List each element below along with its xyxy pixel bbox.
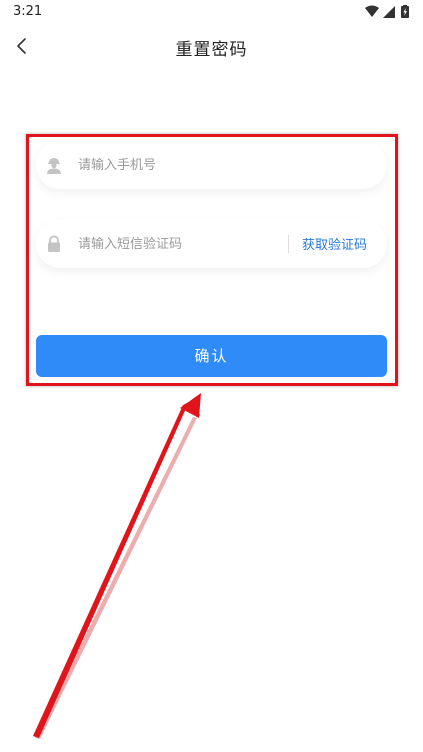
lock-icon — [48, 235, 60, 252]
app-bar: 重置密码 — [0, 24, 423, 68]
signal-icon — [383, 6, 395, 18]
field-divider — [288, 235, 289, 253]
status-time: 3:21 — [13, 4, 43, 19]
battery-icon — [401, 5, 409, 18]
phone-input[interactable] — [78, 153, 278, 177]
reset-password-screen: 3:21 重置密码 请输入手机号 请输入短信验证码 获取验证码 确认 — [0, 0, 423, 752]
sms-code-field[interactable]: 获取验证码 — [36, 220, 387, 268]
sms-code-input[interactable] — [78, 232, 278, 256]
wifi-icon — [365, 5, 379, 17]
confirm-button[interactable]: 确认 — [36, 335, 387, 377]
phone-field[interactable] — [36, 141, 387, 189]
status-bar: 3:21 — [0, 0, 423, 24]
user-icon — [47, 158, 61, 174]
page-title: 重置密码 — [175, 40, 248, 60]
get-code-button[interactable]: 获取验证码 — [302, 234, 367, 253]
status-icons — [365, 5, 409, 18]
